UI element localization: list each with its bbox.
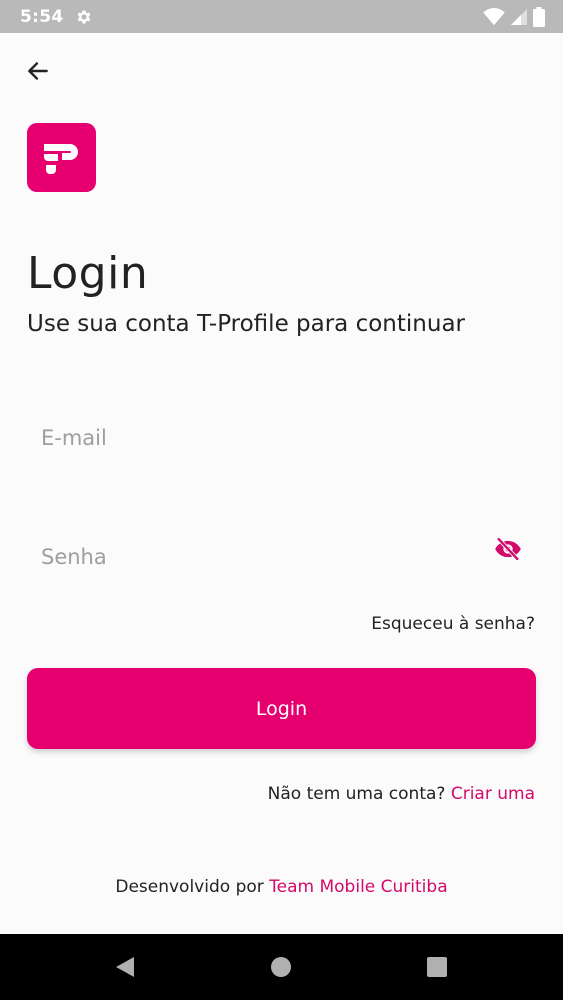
signup-prompt: Não tem uma conta? — [267, 784, 446, 804]
arrow-left-icon — [28, 62, 48, 80]
create-account-link[interactable]: Criar uma — [451, 784, 535, 804]
toggle-password-visibility-button[interactable] — [490, 533, 526, 565]
nav-back-button[interactable] — [112, 952, 138, 982]
email-field[interactable] — [27, 426, 536, 450]
password-field-container — [27, 525, 536, 589]
triangle-back-icon — [116, 957, 134, 977]
signal-icon — [511, 8, 527, 25]
back-button[interactable] — [22, 55, 54, 87]
logo-mark-icon — [43, 143, 78, 174]
nav-recents-button[interactable] — [424, 954, 450, 980]
password-field[interactable] — [27, 545, 536, 569]
page-subtitle: Use sua conta T-Profile para continuar — [27, 311, 465, 337]
login-button[interactable]: Login — [27, 668, 536, 749]
gear-icon — [78, 10, 91, 23]
email-field-container — [27, 406, 536, 470]
square-recents-icon — [427, 957, 447, 977]
wifi-icon — [483, 7, 505, 25]
signup-row: Não tem uma conta? Criar uma — [268, 784, 535, 804]
circle-home-icon — [271, 957, 291, 977]
footer-prefix: Desenvolvido por — [115, 877, 264, 897]
status-time: 5:54 — [20, 6, 64, 27]
battery-icon — [533, 6, 545, 27]
status-icons — [483, 6, 545, 27]
page-title: Login — [27, 248, 149, 299]
footer-credit: Desenvolvido por Team Mobile Curitiba — [0, 877, 563, 897]
navigation-bar — [0, 934, 563, 1000]
team-link[interactable]: Team Mobile Curitiba — [269, 877, 447, 897]
forgot-password-link[interactable]: Esqueceu à senha? — [371, 614, 535, 634]
nav-home-button[interactable] — [268, 954, 294, 980]
status-bar: 5:54 — [0, 0, 563, 33]
eye-off-icon — [495, 537, 521, 561]
t-profile-logo — [27, 123, 96, 192]
